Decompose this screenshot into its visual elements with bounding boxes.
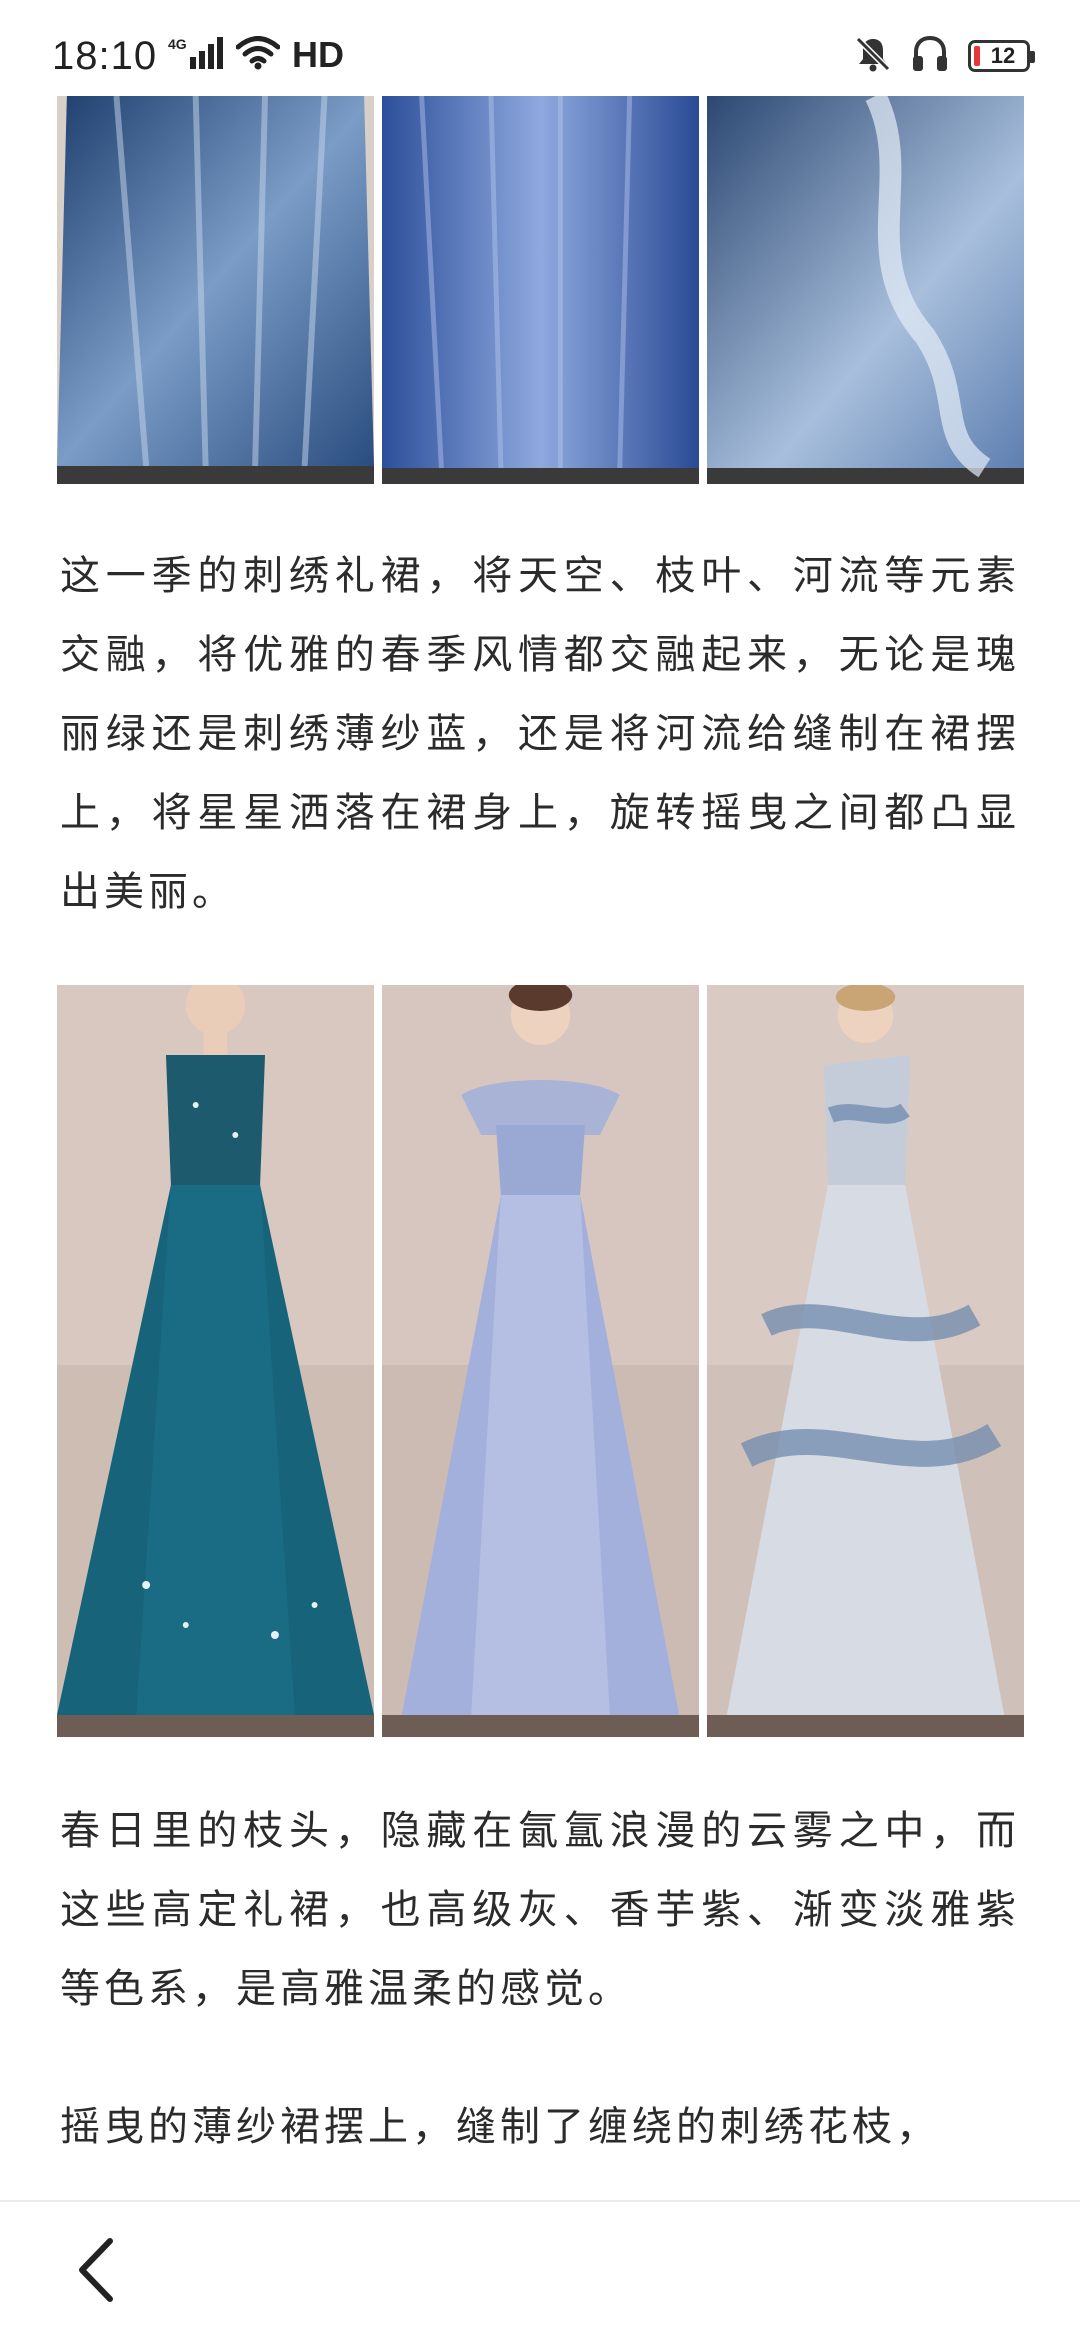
back-button[interactable] <box>60 2236 132 2308</box>
signal-icon: 4G <box>168 35 228 75</box>
lavender-lace-gown-photo[interactable] <box>382 985 699 1737</box>
chevron-left-icon <box>74 2235 118 2309</box>
wifi-icon <box>235 36 281 74</box>
mute-icon <box>854 35 892 77</box>
blue-tulle-gown-skirt-photo[interactable] <box>382 96 699 484</box>
battery-level: 12 <box>990 43 1016 68</box>
article-paragraph: 摇曳的薄纱裙摆上，缝制了缠绕的刺绣花枝， <box>60 2104 940 2150</box>
silver-wave-gown-photo[interactable] <box>707 985 1024 1737</box>
bottom-nav-bar <box>0 2200 1080 2340</box>
hd-label: HD <box>292 34 344 75</box>
status-right-icons: 12 <box>854 34 1035 78</box>
article-paragraph: 这一季的刺绣礼裙，将天空、枝叶、河流等元素交融，将优雅的春季风情都交融起来，无论… <box>60 553 1020 915</box>
status-bar: 18:10 4G HD 12 <box>0 0 1080 96</box>
gallery-middle <box>57 985 1024 1737</box>
headset-icon <box>910 34 950 78</box>
status-left-icons: 4G HD <box>168 34 344 76</box>
article-screen: 18:10 4G HD 12 这一季的刺绣礼裙，将天空、枝叶、河流等元素交融，将… <box>0 0 1080 2340</box>
article-content[interactable]: 这一季的刺绣礼裙，将天空、枝叶、河流等元素交融，将优雅的春季风情都交融起来，无论… <box>0 0 1080 2200</box>
gallery-top <box>57 96 1024 484</box>
blue-ruffle-gown-skirt-photo[interactable] <box>707 96 1024 484</box>
svg-text:4G: 4G <box>168 36 187 52</box>
teal-star-gown-photo[interactable] <box>57 985 374 1737</box>
status-time: 18:10 <box>52 34 158 78</box>
article-paragraph: 春日里的枝头，隐藏在氤氲浪漫的云雾之中，而这些高定礼裙，也高级灰、香芋紫、渐变淡… <box>60 1808 1020 2012</box>
battery-icon: 12 <box>968 40 1035 72</box>
battery-fill <box>974 46 980 66</box>
blue-lace-gown-skirt-photo[interactable] <box>57 96 374 484</box>
